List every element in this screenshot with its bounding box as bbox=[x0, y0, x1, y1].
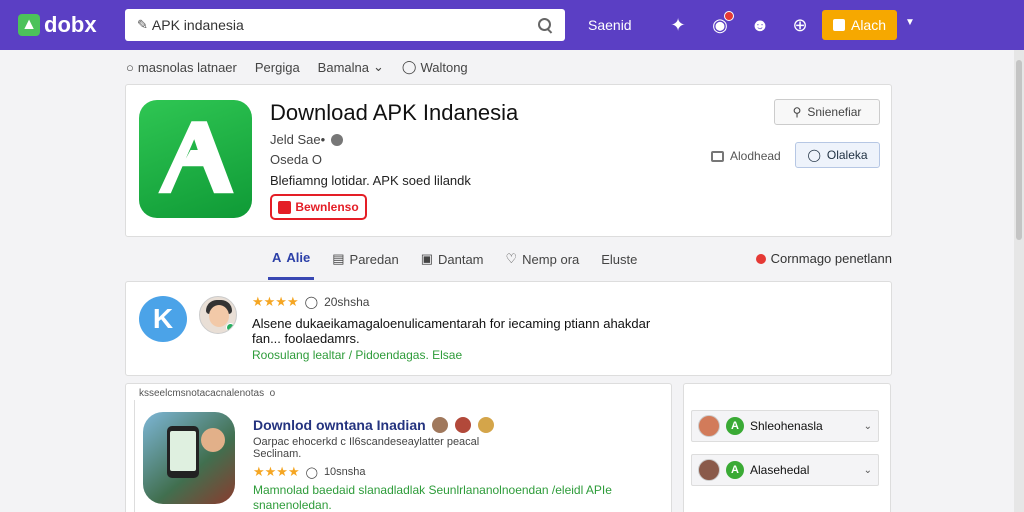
app-description: Blefiamng lotidar. APK soed lilandk bbox=[270, 173, 471, 188]
top-navbar: ▲ dobx ✎ Saenid ✦ ◉ ☻ ⊕ Alach ▼ bbox=[0, 0, 1024, 50]
avatar bbox=[698, 415, 720, 437]
chevron-down-icon: ⌄ bbox=[372, 59, 384, 74]
app-badge-icon: A bbox=[726, 461, 744, 479]
tab-alie[interactable]: A Alie bbox=[268, 238, 315, 280]
rating-stars: ★★★★ bbox=[253, 464, 300, 479]
top-right-button[interactable]: ⚲ Snienefiar bbox=[774, 99, 880, 125]
chevron-down-icon: ⌄ bbox=[863, 420, 872, 432]
search-bar[interactable]: ✎ bbox=[125, 9, 565, 41]
online-indicator bbox=[226, 323, 235, 332]
avatar[interactable] bbox=[199, 296, 237, 334]
subnav-item[interactable]: ○ masnolas latnaer bbox=[126, 59, 237, 75]
key-icon: ⚲ bbox=[792, 105, 802, 119]
article-card: ksseelcmsnotacacnalenotas o Downlod ownt… bbox=[125, 383, 672, 512]
tab-nemp-ora[interactable]: ♡ Nemp ora bbox=[502, 238, 584, 280]
notification-badge bbox=[724, 11, 734, 21]
search-icon[interactable] bbox=[537, 17, 553, 33]
logo-mark-icon: ▲ bbox=[18, 14, 40, 36]
doc-icon: ▤ bbox=[332, 251, 345, 266]
review-card: K ★★★★ ◯ 20shsha Alsene dukaeikamagaloen… bbox=[125, 281, 892, 376]
subnav-item[interactable]: Bamalna ⌄ bbox=[318, 59, 384, 75]
download-button[interactable]: Bewnlenso bbox=[270, 194, 367, 220]
sub-navigation: ○ masnolas latnaer Pergiga Bamalna ⌄ ◯ Walt… bbox=[126, 59, 468, 75]
page-scrollbar[interactable] bbox=[1014, 50, 1024, 512]
article-description[interactable]: Mamnolad baedaid slanadladlak Seunlrlana… bbox=[253, 483, 653, 512]
divider bbox=[134, 400, 135, 512]
download-icon bbox=[278, 200, 292, 214]
review-logo: K bbox=[139, 296, 187, 342]
app-version: Oseda O bbox=[270, 152, 323, 167]
logo-text: dobx bbox=[44, 12, 97, 37]
tab-bar: A Alie ▤ Paredan ▣ Dantam ♡ Nemp ora Eluste … bbox=[268, 238, 892, 280]
star-icon[interactable]: ✦ bbox=[666, 13, 690, 37]
search-input[interactable] bbox=[151, 17, 537, 33]
comment-icon: ◯ bbox=[401, 59, 417, 74]
article-header: ksseelcmsnotacacnalenotas o bbox=[139, 388, 276, 399]
a-icon: A bbox=[272, 250, 282, 265]
app-badge-icon: A bbox=[726, 417, 744, 435]
target-icon[interactable]: ⊕ bbox=[788, 13, 812, 37]
article-title[interactable]: Downlod owntana Inadian bbox=[253, 416, 495, 434]
chat-icon: ○ bbox=[126, 59, 134, 75]
like-icon: ◯ bbox=[304, 295, 319, 309]
action-button-label: Alach bbox=[850, 17, 887, 33]
chevron-down-icon[interactable]: ▼ bbox=[905, 17, 915, 28]
app-logo-icon bbox=[157, 121, 234, 194]
app-header-card: Download APK Indanesia Jeld Sae• Oseda O… bbox=[125, 84, 892, 237]
button-icon bbox=[832, 19, 845, 31]
tab-eluste[interactable]: Eluste bbox=[597, 238, 641, 280]
scrollbar-thumb[interactable] bbox=[1016, 60, 1022, 240]
app-icon bbox=[139, 100, 252, 218]
review-rating: ★★★★ ◯ 20shsha bbox=[252, 294, 370, 309]
avatar bbox=[698, 459, 720, 481]
article-rating: ★★★★ ◯ 10snsha bbox=[253, 464, 366, 479]
avatar bbox=[476, 416, 495, 434]
image-icon: ▣ bbox=[420, 251, 433, 266]
user-icon[interactable]: ☻ bbox=[748, 13, 772, 37]
right-meta[interactable]: Alodhead bbox=[711, 149, 781, 163]
heart-icon: ♡ bbox=[505, 251, 518, 266]
tab-right-link[interactable]: Cornmago penetlann bbox=[755, 251, 892, 266]
chat-icon: ◯ bbox=[807, 148, 821, 162]
device-icon bbox=[711, 150, 724, 162]
site-logo[interactable]: ▲ dobx bbox=[18, 10, 113, 40]
app-title: Download APK Indanesia bbox=[270, 100, 519, 125]
notification-icon[interactable]: ◉ bbox=[708, 11, 734, 37]
app-meta: Jeld Sae• bbox=[270, 132, 344, 147]
top-link[interactable]: Saenid bbox=[588, 17, 632, 33]
chevron-down-icon: ⌄ bbox=[863, 464, 872, 476]
side-card: A Shleohenasla ⌄ A Alasehedal ⌄ bbox=[683, 383, 891, 512]
side-item[interactable]: A Alasehedal ⌄ bbox=[691, 454, 879, 486]
tab-dantam[interactable]: ▣ Dantam bbox=[417, 238, 488, 280]
action-button[interactable]: Alach bbox=[822, 10, 897, 40]
side-item[interactable]: A Shleohenasla ⌄ bbox=[691, 410, 879, 442]
pencil-icon: ✎ bbox=[137, 17, 148, 32]
rating-stars: ★★★★ bbox=[252, 294, 299, 309]
review-links[interactable]: Roosulang lealtar / Pidoendagas. Elsae bbox=[252, 348, 462, 362]
info-icon bbox=[331, 133, 344, 146]
subnav-item[interactable]: ◯ Waltong bbox=[402, 59, 468, 75]
article-image[interactable] bbox=[143, 412, 235, 504]
avatar bbox=[453, 416, 472, 434]
like-icon: ◯ bbox=[305, 466, 318, 479]
secondary-button[interactable]: ◯ Olaleka bbox=[795, 142, 880, 168]
review-text: Alsene dukaeikamagaloenulicamentarah for… bbox=[252, 316, 651, 346]
record-icon bbox=[755, 253, 766, 264]
avatar bbox=[430, 416, 449, 434]
article-subtitle: Oarpac ehocerkd c Il6scandeseaylatter pe… bbox=[253, 436, 480, 460]
subnav-item[interactable]: Pergiga bbox=[255, 59, 300, 75]
tab-paredan[interactable]: ▤ Paredan bbox=[328, 238, 402, 280]
